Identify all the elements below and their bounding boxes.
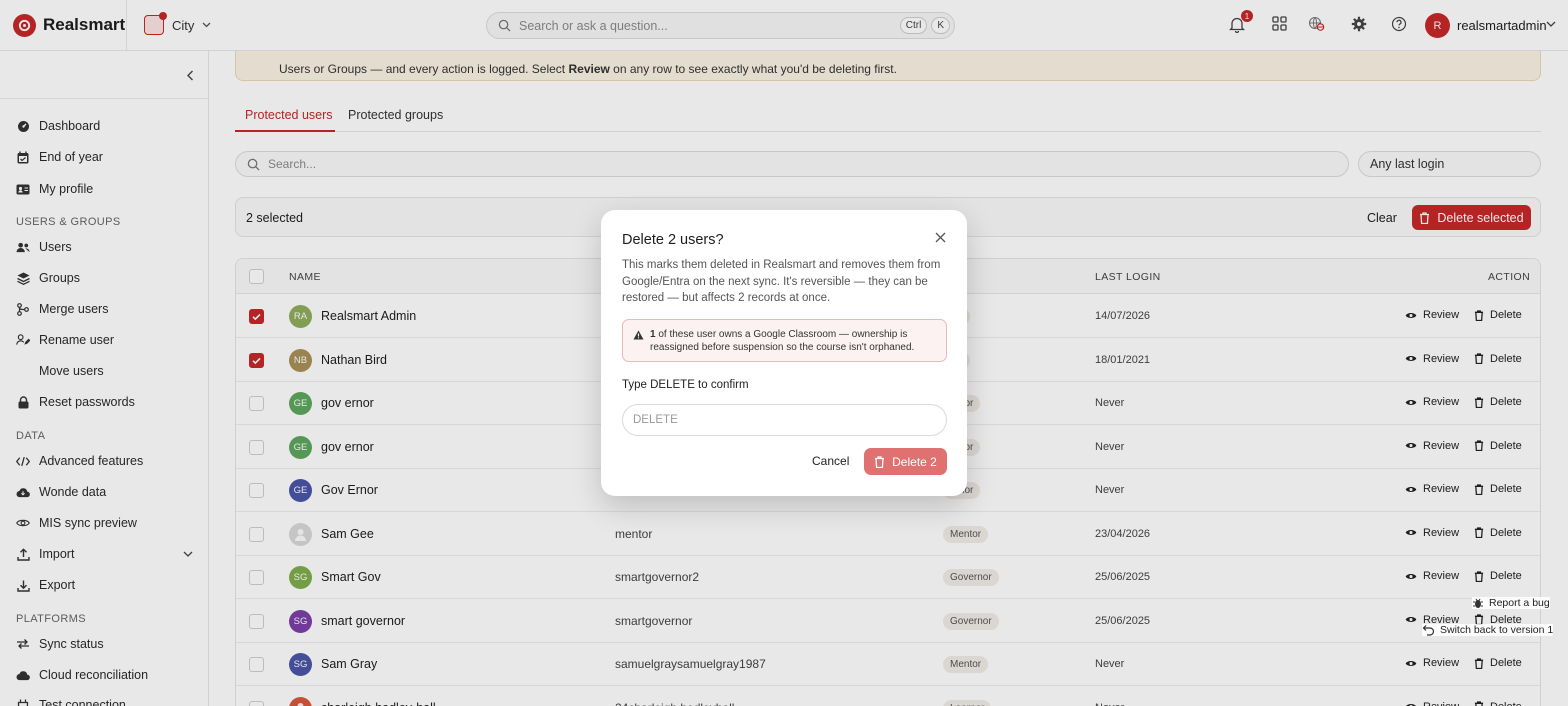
confirm-delete-button[interactable]: Delete 2 bbox=[864, 448, 947, 475]
undo-icon bbox=[1422, 625, 1435, 636]
warning-text: 1 of these user owns a Google Classroom … bbox=[650, 329, 915, 353]
confirm-label: Type DELETE to confirm bbox=[622, 379, 749, 391]
bug-icon bbox=[1473, 598, 1483, 608]
confirm-delete-input[interactable] bbox=[622, 404, 947, 436]
dialog-description: This marks them deleted in Realsmart and… bbox=[622, 259, 941, 304]
classroom-warning: 1 of these user owns a Google Classroom … bbox=[622, 319, 947, 362]
trash-icon bbox=[875, 455, 885, 468]
confirm-delete-label: Delete 2 bbox=[892, 454, 937, 469]
dialog-title: Delete 2 users? bbox=[622, 232, 724, 248]
switch-version-button[interactable]: Switch back to version 1 bbox=[1422, 624, 1554, 636]
close-icon[interactable] bbox=[935, 232, 946, 243]
cancel-button[interactable]: Cancel bbox=[812, 454, 849, 468]
warning-icon bbox=[633, 330, 644, 340]
delete-users-dialog: Delete 2 users? This marks them deleted … bbox=[601, 210, 967, 496]
report-bug-button[interactable]: Report a bug bbox=[1472, 597, 1550, 609]
